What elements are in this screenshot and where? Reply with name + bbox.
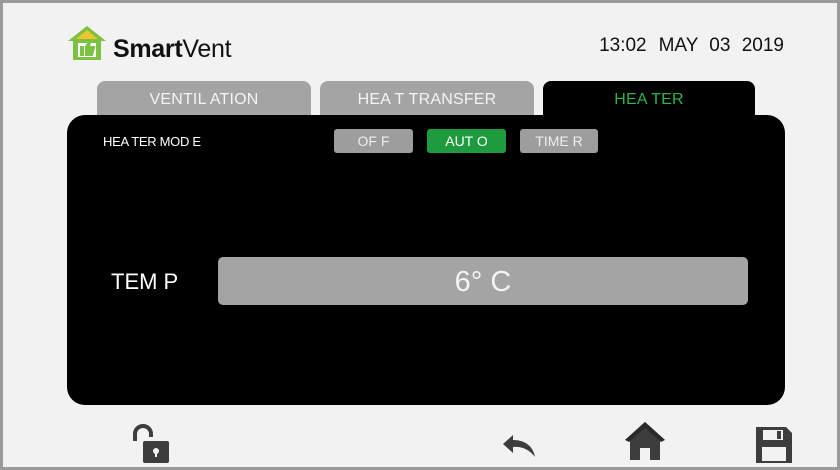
- smartvent-logo: SmartVent: [67, 25, 277, 65]
- heater-panel: HEA TER MOD E OF F AUT O TIME R TEM P 6°…: [67, 115, 785, 405]
- brand-name-regular: Vent: [182, 35, 232, 63]
- temp-label: TEM P: [111, 269, 179, 294]
- back-icon[interactable]: [501, 431, 539, 461]
- temp-setpoint-field[interactable]: 6° C: [218, 257, 748, 305]
- unlock-icon[interactable]: [131, 423, 175, 465]
- house-thumbs-up-icon: [68, 26, 106, 60]
- clock-time: 13:02: [599, 35, 647, 56]
- brand-name: SmartVent: [113, 35, 232, 64]
- mode-auto-button[interactable]: AUT O: [427, 129, 506, 153]
- device-screen: SmartVent 13:02 MAY 03 2019 VENTIL ATION …: [0, 0, 840, 470]
- save-icon[interactable]: [755, 426, 793, 464]
- mode-timer-button[interactable]: TIME R: [520, 129, 598, 153]
- clock-date: MAY 03 2019: [658, 35, 784, 56]
- heater-mode-label: HEA TER MOD E: [103, 134, 201, 149]
- brand-name-bold: Smart: [113, 35, 183, 63]
- home-icon[interactable]: [623, 419, 667, 463]
- mode-off-button[interactable]: OF F: [334, 129, 413, 153]
- clock: 13:02 MAY 03 2019: [599, 35, 784, 57]
